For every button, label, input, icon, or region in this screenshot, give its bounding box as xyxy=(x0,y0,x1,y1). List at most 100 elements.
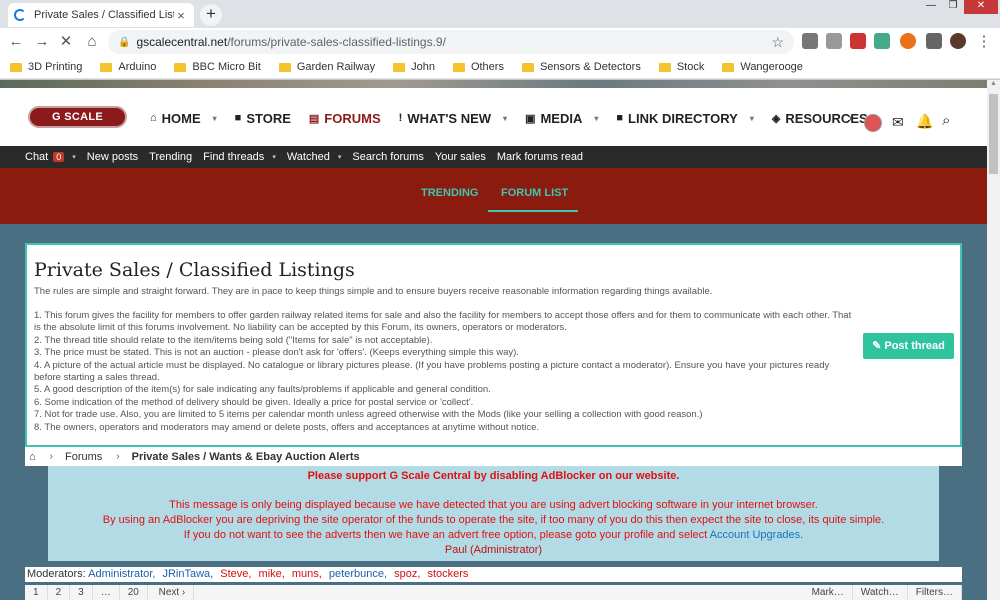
tab-trending[interactable]: TRENDING xyxy=(421,187,478,199)
mail-icon[interactable]: ✉ xyxy=(892,114,904,131)
subnav-label: Find threads xyxy=(203,151,265,163)
page-number[interactable]: 20 xyxy=(120,585,148,600)
breadcrumb-separator-icon: › xyxy=(49,451,53,462)
nav-more-icon[interactable]: › xyxy=(848,110,852,125)
tab-close-icon[interactable]: × xyxy=(174,8,188,23)
thread-list-actions: Mark… Watch… Filters… xyxy=(804,585,962,600)
moderator-link[interactable]: stockers xyxy=(427,568,468,580)
chevron-down-icon[interactable]: ▾ xyxy=(272,153,276,161)
window-maximize-button[interactable]: ❐ xyxy=(942,0,964,14)
breadcrumb-home-icon[interactable]: ⌂ xyxy=(29,451,36,463)
nav-item-forums[interactable]: ▤ FORUMS xyxy=(309,111,381,126)
chevron-down-icon[interactable]: ▾ xyxy=(72,153,76,161)
breadcrumb-forums-link[interactable]: Forums xyxy=(65,451,102,463)
nav-item-resources[interactable]: ◈ RESOURCES xyxy=(772,111,868,126)
window-minimize-button[interactable]: — xyxy=(920,0,942,14)
bookmark-item[interactable]: Garden Railway xyxy=(278,61,375,73)
subnav-item-trending[interactable]: Trending xyxy=(149,151,192,163)
moderator-link[interactable]: peterbunce, xyxy=(329,568,387,580)
page-number[interactable]: … xyxy=(93,585,120,600)
tab-forum-list[interactable]: FORUM LIST xyxy=(501,187,568,199)
extension-icon[interactable] xyxy=(826,33,842,49)
moderator-link[interactable]: mike, xyxy=(259,568,285,580)
bookmark-star-icon[interactable]: ☆ xyxy=(771,34,784,51)
chevron-down-icon[interactable]: ▾ xyxy=(213,114,217,123)
moderator-link[interactable]: JRinTawa, xyxy=(162,568,213,580)
subnav-item-watched[interactable]: Watched ▾ xyxy=(287,151,342,163)
subnav-item-new-posts[interactable]: New posts xyxy=(87,151,138,163)
page-number[interactable]: 2 xyxy=(48,585,71,600)
url-host: gscalecentral.net xyxy=(136,35,228,49)
subnav-item-your-sales[interactable]: Your sales xyxy=(435,151,486,163)
new-tab-button[interactable]: + xyxy=(200,4,222,26)
chevron-down-icon[interactable]: ▾ xyxy=(338,153,342,161)
adblock-signature: Paul (Administrator) xyxy=(444,544,543,556)
bookmark-label: Wangerooge xyxy=(740,61,803,73)
site-header: G SCALE CENTRAL ⌂ HOME ▾ ■ STORE ▤ FORUMS ! WHAT… xyxy=(0,88,987,146)
extension-icon[interactable] xyxy=(850,33,866,49)
page-title: Private Sales / Classified Listings xyxy=(34,259,355,281)
subnav-item-search-forums[interactable]: Search forums xyxy=(352,151,424,163)
chevron-down-icon[interactable]: ▾ xyxy=(594,114,598,123)
user-avatar[interactable] xyxy=(864,114,882,132)
subnav-item-chat[interactable]: Chat 0 ▾ xyxy=(25,151,76,163)
extension-icon[interactable] xyxy=(900,33,916,49)
nav-item-link-directory[interactable]: ■ LINK DIRECTORY ▾ xyxy=(616,111,753,126)
thread-list-action[interactable]: Watch… xyxy=(853,585,908,600)
next-page-button[interactable]: Next › xyxy=(151,585,195,600)
menu-icon[interactable]: ⋮ xyxy=(974,32,994,52)
adblock-notice: Please support G Scale Central by disabl… xyxy=(48,466,939,561)
window-close-button[interactable]: ✕ xyxy=(964,0,998,14)
bookmark-item[interactable]: Stock xyxy=(658,61,704,73)
forward-button[interactable]: → xyxy=(32,32,52,52)
moderator-link[interactable]: Steve, xyxy=(220,568,251,580)
bookmark-label: John xyxy=(411,61,435,73)
account-upgrades-link[interactable]: Account Upgrades xyxy=(710,529,801,541)
page-number[interactable]: 3 xyxy=(70,585,93,600)
moderator-link[interactable]: Administrator, xyxy=(88,568,155,580)
site-logo[interactable]: G SCALE CENTRAL xyxy=(28,106,127,141)
bell-icon[interactable]: 🔔 xyxy=(916,113,933,130)
moderator-link[interactable]: spoz, xyxy=(394,568,420,580)
thread-list-action[interactable]: Mark… xyxy=(804,585,853,600)
search-icon[interactable]: ⌕ xyxy=(942,112,950,129)
bookmark-item[interactable]: 3D Printing xyxy=(10,61,82,73)
chevron-down-icon[interactable]: ▾ xyxy=(750,114,754,123)
bookmark-item[interactable]: BBC Micro Bit xyxy=(174,61,261,73)
bookmark-item[interactable]: Arduino xyxy=(100,61,156,73)
extension-icon[interactable] xyxy=(802,33,818,49)
breadcrumb-current[interactable]: Private Sales / Wants & Ebay Auction Ale… xyxy=(132,451,360,463)
page-number[interactable]: 1 xyxy=(25,585,48,600)
bookmark-item[interactable]: Wangerooge xyxy=(722,61,803,73)
nav-item-home[interactable]: ⌂ HOME ▾ xyxy=(150,111,217,126)
browser-toolbar: ← → ✕ ⌂ 🔒 gscalecentral.net /forums/priv… xyxy=(0,28,1000,56)
scroll-up-icon[interactable]: ▲ xyxy=(987,80,1000,92)
moderator-link[interactable]: muns, xyxy=(292,568,322,580)
address-bar[interactable]: 🔒 gscalecentral.net /forums/private-sale… xyxy=(108,30,794,54)
folder-icon xyxy=(452,62,465,72)
subnav-item-mark-forums-read[interactable]: Mark forums read xyxy=(497,151,583,163)
home-button[interactable]: ⌂ xyxy=(82,32,102,52)
nav-item-what-s-new[interactable]: ! WHAT'S NEW ▾ xyxy=(399,111,507,126)
post-thread-button[interactable]: ✎ Post thread xyxy=(863,333,954,359)
nav-item-store[interactable]: ■ STORE xyxy=(235,111,291,126)
scrollbar-thumb[interactable] xyxy=(989,94,998,174)
stop-reload-button[interactable]: ✕ xyxy=(56,32,76,52)
chevron-down-icon[interactable]: ▾ xyxy=(503,114,507,123)
forum-rules: 1. This forum gives the facility for mem… xyxy=(34,310,854,434)
bookmark-item[interactable]: Sensors & Detectors xyxy=(521,61,641,73)
bookmark-item[interactable]: Others xyxy=(452,61,504,73)
adblock-heading: Please support G Scale Central by disabl… xyxy=(307,470,680,482)
forum-rule: 2. The thread title should relate to the… xyxy=(34,334,433,346)
forum-rule: 6. Some indication of the method of deli… xyxy=(34,396,474,408)
browser-tab[interactable]: Private Sales / Classified Listings × xyxy=(8,3,194,27)
puzzle-icon[interactable] xyxy=(926,33,942,49)
page-scrollbar[interactable]: ▲ xyxy=(987,80,1000,600)
profile-avatar[interactable] xyxy=(950,33,966,49)
extension-icon[interactable] xyxy=(874,33,890,49)
nav-item-media[interactable]: ▣ MEDIA ▾ xyxy=(525,111,598,126)
bookmark-item[interactable]: John xyxy=(393,61,435,73)
thread-list-action[interactable]: Filters… xyxy=(908,585,962,600)
back-button[interactable]: ← xyxy=(6,32,26,52)
subnav-item-find-threads[interactable]: Find threads ▾ xyxy=(203,151,276,163)
